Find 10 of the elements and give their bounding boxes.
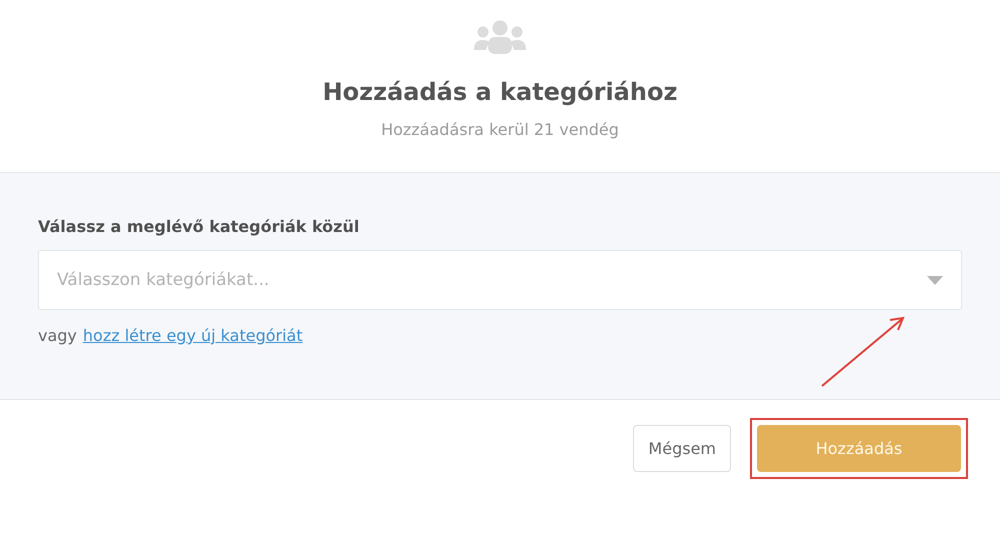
category-select[interactable]: Válasszon kategóriákat... — [38, 250, 962, 310]
or-text: vagy — [38, 326, 77, 345]
group-icon — [473, 20, 527, 56]
dialog-title: Hozzáadás a kategóriához — [322, 78, 678, 106]
cancel-button[interactable]: Mégsem — [633, 425, 731, 472]
create-category-link[interactable]: hozz létre egy új kategóriát — [82, 326, 303, 345]
dropdown-caret-icon — [927, 276, 943, 284]
field-label: Válassz a meglévő kategóriák közül — [38, 217, 360, 236]
add-button[interactable]: Hozzáadás — [757, 425, 961, 472]
dialog-subtitle: Hozzáadásra kerül 21 vendég — [381, 120, 619, 139]
